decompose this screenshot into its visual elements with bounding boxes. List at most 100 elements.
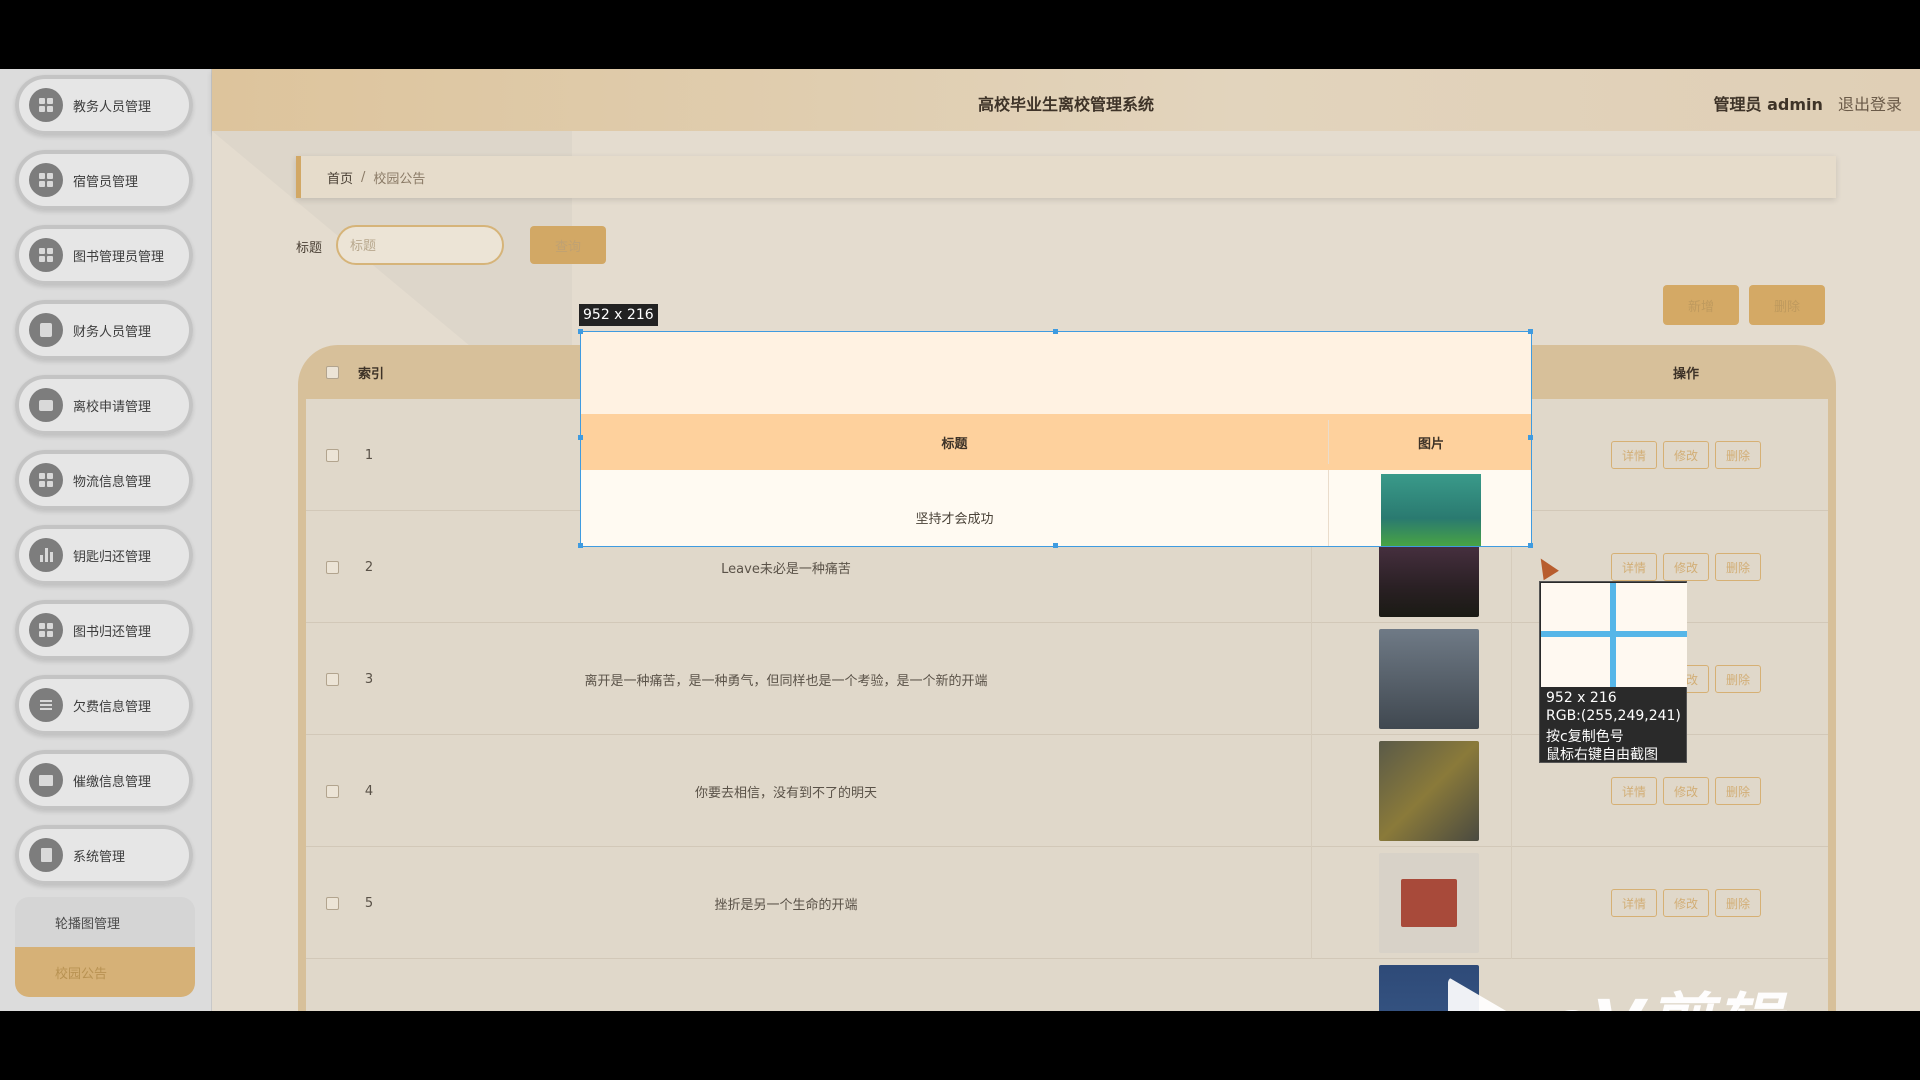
delete-button[interactable]: 删除	[1715, 553, 1762, 581]
selection-handle[interactable]	[1528, 543, 1533, 548]
detail-button[interactable]: 详情	[1610, 777, 1657, 805]
detail-button[interactable]: 详情	[1610, 553, 1657, 581]
selection-handle[interactable]	[578, 329, 583, 334]
selection-handle[interactable]	[1053, 543, 1058, 548]
selection-handle[interactable]	[1528, 329, 1533, 334]
edit-button[interactable]: 修改	[1662, 441, 1709, 469]
selection-table-row: 坚持才会成功	[581, 470, 1531, 546]
sidebar-item-label: 教务人员管理	[73, 99, 152, 115]
row-image-cell	[1379, 847, 1479, 959]
sidebar-item-arrears[interactable]: 欠费信息管理	[15, 675, 193, 735]
logout-link[interactable]: 退出登录	[1838, 95, 1902, 114]
sidebar: 教务人员管理 宿管员管理 图书管理员管理 财务人员管理 离校申请管理 物流信息管…	[0, 69, 212, 1011]
column-divider	[1311, 623, 1312, 735]
sidebar-item-label: 宿管员管理	[73, 174, 139, 190]
breadcrumb-current: 校园公告	[373, 171, 426, 187]
app-title: 高校毕业生离校管理系统	[977, 95, 1154, 114]
delete-button[interactable]: 删除	[1715, 889, 1762, 917]
sidebar-item-payment-reminder[interactable]: 催缴信息管理	[15, 750, 193, 810]
sidebar-item-key-return[interactable]: 钥匙归还管理	[15, 525, 193, 585]
user-role: 管理员 admin	[1713, 95, 1823, 114]
crosshair-vertical	[1610, 583, 1616, 687]
sidebar-item-label: 财务人员管理	[73, 324, 152, 340]
magnifier-size: 952 x 216	[1546, 690, 1617, 706]
sidebar-item-label: 物流信息管理	[73, 474, 152, 490]
sidebar-item-librarian[interactable]: 图书管理员管理	[15, 225, 193, 285]
magnifier-view	[1541, 583, 1687, 687]
search-button[interactable]: 查询	[530, 226, 606, 264]
edit-button[interactable]: 修改	[1662, 553, 1709, 581]
selection-thumbnail-school	[1381, 474, 1481, 546]
search-label: 标题	[296, 241, 323, 256]
screenshot-selection[interactable]: 标题 图片 坚持才会成功	[580, 331, 1532, 547]
sidebar-item-academic-staff[interactable]: 教务人员管理	[15, 75, 193, 135]
search-input[interactable]	[336, 225, 504, 265]
sidebar-item-label: 系统管理	[73, 849, 126, 865]
column-divider	[1511, 735, 1512, 847]
thumbnail-globe-sculpture	[1379, 629, 1479, 729]
row-checkbox[interactable]	[325, 560, 339, 574]
sidebar-item-system[interactable]: 系统管理	[15, 825, 193, 885]
selection-blank-area	[581, 332, 1531, 414]
selection-row-title: 坚持才会成功	[915, 511, 994, 527]
row-select-cell	[322, 511, 342, 623]
column-actions: 操作	[1672, 366, 1699, 382]
row-actions: 详情 修改 删除	[1586, 399, 1786, 511]
row-checkbox[interactable]	[325, 672, 339, 686]
grid-icon	[29, 613, 63, 647]
grid-icon	[29, 163, 63, 197]
select-all-cell	[322, 345, 342, 399]
app-window: 教务人员管理 宿管员管理 图书管理员管理 财务人员管理 离校申请管理 物流信息管…	[0, 69, 1920, 1011]
thumbnail-school-icon	[1379, 853, 1479, 953]
row-checkbox[interactable]	[325, 784, 339, 798]
selection-handle[interactable]	[1053, 329, 1058, 334]
column-divider	[1311, 735, 1312, 847]
breadcrumb-home[interactable]: 首页	[327, 168, 353, 187]
row-image-cell	[1379, 735, 1479, 847]
top-header: 高校毕业生离校管理系统 管理员 admin 退出登录	[212, 69, 1920, 131]
user-box: 管理员 admin 退出登录	[1714, 91, 1902, 115]
row-index: 5	[364, 895, 374, 911]
row-image-cell	[1379, 623, 1479, 735]
list-icon	[29, 688, 63, 722]
delete-button[interactable]: 删除	[1715, 665, 1762, 693]
selection-size-tag: 952 x 216	[579, 304, 658, 326]
add-button[interactable]: 新增	[1663, 285, 1739, 325]
sidebar-subitem-notice[interactable]: 校园公告	[15, 947, 195, 997]
detail-button[interactable]: 详情	[1610, 889, 1657, 917]
selection-handle[interactable]	[1528, 435, 1533, 440]
monitor-icon	[29, 763, 63, 797]
sidebar-item-book-return[interactable]: 图书归还管理	[15, 600, 193, 660]
column-index: 索引	[357, 366, 384, 382]
sidebar-item-label: 图书归还管理	[73, 624, 152, 640]
row-checkbox[interactable]	[325, 448, 339, 462]
magnifier-hint-copy: 按c复制色号	[1546, 729, 1624, 745]
sidebar-item-dorm-staff[interactable]: 宿管员管理	[15, 150, 193, 210]
row-checkbox[interactable]	[325, 896, 339, 910]
column-divider	[1511, 847, 1512, 959]
batch-delete-button[interactable]: 删除	[1749, 285, 1825, 325]
magnifier-hint-free: 鼠标右键自由截图	[1546, 747, 1658, 763]
row-select-cell	[322, 623, 342, 735]
sidebar-item-leave-application[interactable]: 离校申请管理	[15, 375, 193, 435]
row-title: 挫折是另一个生命的开端	[714, 897, 858, 913]
sidebar-item-logistics[interactable]: 物流信息管理	[15, 450, 193, 510]
selection-handle[interactable]	[578, 435, 583, 440]
sidebar-item-finance-staff[interactable]: 财务人员管理	[15, 300, 193, 360]
selection-handle[interactable]	[578, 543, 583, 548]
select-all-checkbox[interactable]	[325, 365, 339, 379]
selection-column-title: 标题	[941, 436, 968, 452]
column-divider	[1511, 623, 1512, 735]
edit-button[interactable]: 修改	[1662, 889, 1709, 917]
delete-button[interactable]: 删除	[1715, 441, 1762, 469]
row-title: 离开是一种痛苦，是一种勇气，但同样也是一个考验，是一个新的开端	[584, 673, 988, 689]
play-icon	[1448, 977, 1520, 1011]
magnifier-rgb: RGB:(255,249,241)	[1546, 708, 1681, 724]
edit-button[interactable]: 修改	[1662, 777, 1709, 805]
detail-button[interactable]: 详情	[1610, 441, 1657, 469]
document-icon	[29, 838, 63, 872]
delete-button[interactable]: 删除	[1715, 777, 1762, 805]
selection-table-header: 标题 图片	[581, 414, 1531, 470]
row-index: 2	[364, 559, 374, 575]
sidebar-subitem-carousel[interactable]: 轮播图管理	[15, 897, 195, 947]
